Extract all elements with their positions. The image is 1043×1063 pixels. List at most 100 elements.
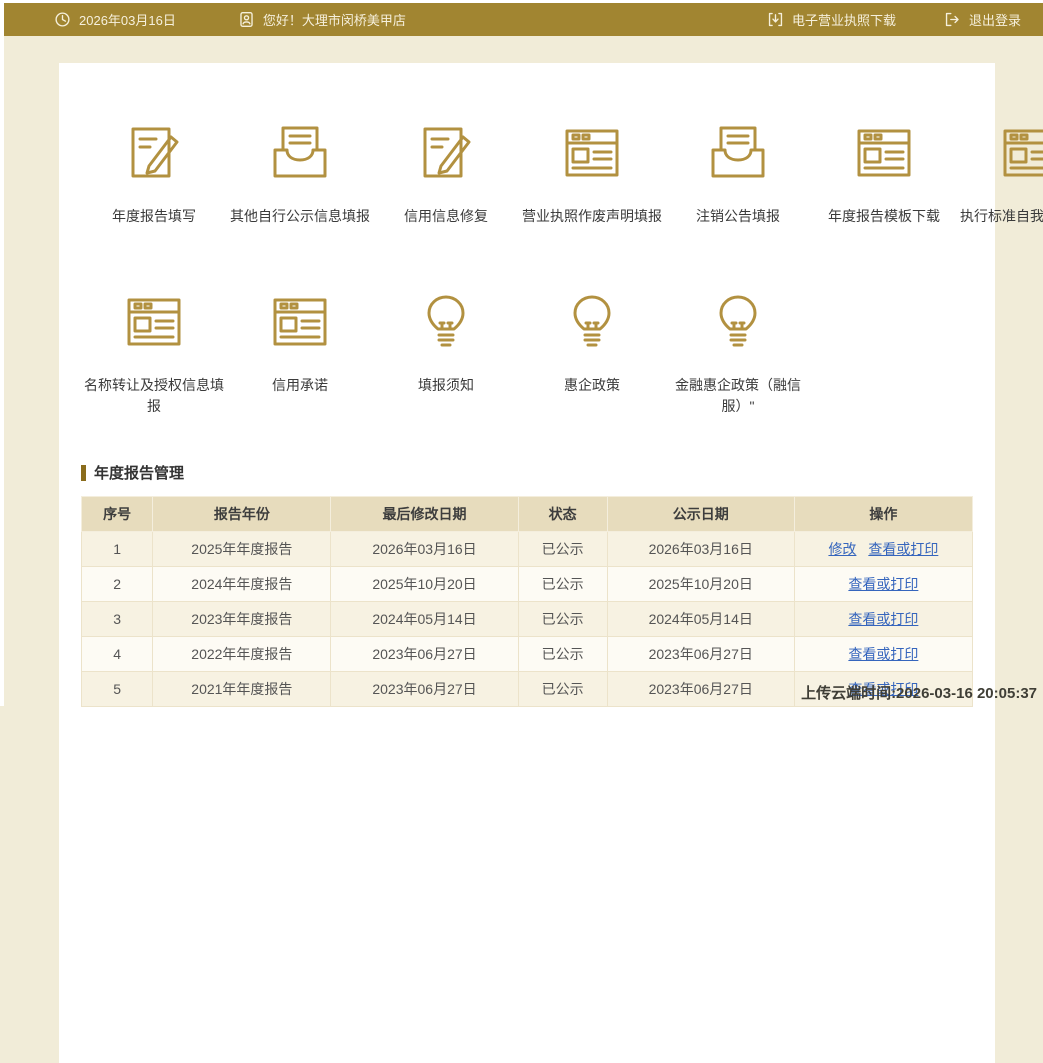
function-menu: 年度报告填写 其他自行公示信息填报 信用信息修复 营业执照作废声明填报 注销公告… [81,121,973,418]
annual-report-section-header: 年度报告管理 [81,462,973,483]
greeting-text: 您好！大理市闵桥美甲店 [263,10,406,29]
table-row: 4 2022年年度报告 2023年06月27日 已公示 2023年06月27日 … [82,637,973,672]
report-year-cell: 2023年年度报告 [153,602,331,637]
status-cell: 已公示 [518,602,607,637]
col-header-index: 序号 [82,497,153,532]
table-row: 2 2024年年度报告 2025年10月20日 已公示 2025年10月20日 … [82,567,973,602]
row-number-cell: 4 [82,637,153,672]
download-icon [767,11,784,28]
form-icon [560,121,624,185]
doc-pencil-icon [122,121,186,185]
section-accent-bar [81,465,86,481]
publish-date-cell: 2023年06月27日 [607,672,794,707]
tray-icon [706,121,770,185]
table-header-row: 序号 报告年份 最后修改日期 状态 公示日期 操作 [82,497,973,532]
row-number-cell: 2 [82,567,153,602]
menu-item-label: 信用信息修复 [373,206,519,228]
annual-report-table: 序号 报告年份 最后修改日期 状态 公示日期 操作 1 2025年年度报告 20… [81,496,973,707]
user-greeting: 您好！大理市闵桥美甲店 [238,10,406,29]
current-date: 2026年03月16日 [54,10,176,29]
publish-date-cell: 2025年10月20日 [607,567,794,602]
menu-item-annual-report-fill[interactable]: 年度报告填写 [81,121,227,228]
doc-pencil-icon [414,121,478,185]
form-icon [998,121,1043,185]
col-header-modified-date: 最后修改日期 [331,497,518,532]
person-icon [238,11,255,28]
table-row: 1 2025年年度报告 2026年03月16日 已公示 2026年03月16日 … [82,532,973,567]
menu-item-other-public-info[interactable]: 其他自行公示信息填报 [227,121,373,228]
publish-date-cell: 2023年06月27日 [607,637,794,672]
menu-item-label: 金融惠企政策（融信服）" [665,375,811,418]
bulb-icon [560,290,624,354]
menu-item-label: 注销公告填报 [665,206,811,228]
form-icon [268,290,332,354]
modified-date-cell: 2024年05月14日 [331,602,518,637]
menu-item-label: 营业执照作废声明填报 [519,206,665,228]
col-header-report-year: 报告年份 [153,497,331,532]
row-number-cell: 5 [82,672,153,707]
clock-icon [54,11,71,28]
logout-button[interactable]: 退出登录 [944,10,1021,29]
report-year-cell: 2024年年度报告 [153,567,331,602]
actions-cell: 查看或打印 [794,567,972,602]
menu-item-label: 年度报告模板下载 [811,206,957,228]
table-row: 3 2023年年度报告 2024年05月14日 已公示 2024年05月14日 … [82,602,973,637]
row-number-cell: 1 [82,532,153,567]
actions-cell: 查看或打印 [794,602,972,637]
menu-item-label: 名称转让及授权信息填报 [81,375,227,418]
menu-item-standard-self-declaration[interactable]: 执行标准自我声明填报 [957,121,1043,228]
status-cell: 已公示 [518,567,607,602]
bulb-icon [706,290,770,354]
menu-item-credit-commitment[interactable]: 信用承诺 [227,290,373,418]
logout-icon [944,11,961,28]
menu-item-enterprise-policy[interactable]: 惠企政策 [519,290,665,418]
col-header-status: 状态 [518,497,607,532]
view-print-link[interactable]: 查看或打印 [868,541,938,557]
view-print-link[interactable]: 查看或打印 [848,611,918,627]
report-year-cell: 2021年年度报告 [153,672,331,707]
modified-date-cell: 2023年06月27日 [331,637,518,672]
report-year-cell: 2022年年度报告 [153,637,331,672]
menu-item-label: 信用承诺 [227,375,373,397]
status-cell: 已公示 [518,532,607,567]
menu-item-license-void-declaration[interactable]: 营业执照作废声明填报 [519,121,665,228]
menu-item-label: 年度报告填写 [81,206,227,228]
tray-icon [268,121,332,185]
form-icon [852,121,916,185]
publish-date-cell: 2024年05月14日 [607,602,794,637]
menu-item-filling-instructions[interactable]: 填报须知 [373,290,519,418]
menu-item-annual-report-template[interactable]: 年度报告模板下载 [811,121,957,228]
col-header-actions: 操作 [794,497,972,532]
license-download-label: 电子营业执照下载 [792,10,896,29]
license-download-button[interactable]: 电子营业执照下载 [767,10,896,29]
modified-date-cell: 2025年10月20日 [331,567,518,602]
status-cell: 已公示 [518,637,607,672]
main-card: 年度报告填写 其他自行公示信息填报 信用信息修复 营业执照作废声明填报 注销公告… [59,63,995,1063]
actions-cell: 修改 查看或打印 [794,532,972,567]
menu-item-name-transfer-auth[interactable]: 名称转让及授权信息填报 [81,290,227,418]
menu-item-label: 执行标准自我声明填报 [957,206,1043,228]
edit-link[interactable]: 修改 [828,541,856,557]
publish-date-cell: 2026年03月16日 [607,532,794,567]
bulb-icon [414,290,478,354]
menu-item-finance-policy[interactable]: 金融惠企政策（融信服）" [665,290,811,418]
section-title: 年度报告管理 [94,462,184,483]
status-cell: 已公示 [518,672,607,707]
actions-cell: 查看或打印 [794,637,972,672]
menu-item-label: 填报须知 [373,375,519,397]
menu-item-label: 惠企政策 [519,375,665,397]
modified-date-cell: 2026年03月16日 [331,532,518,567]
view-print-link[interactable]: 查看或打印 [848,646,918,662]
row-number-cell: 3 [82,602,153,637]
view-print-link[interactable]: 查看或打印 [848,576,918,592]
col-header-publish-date: 公示日期 [607,497,794,532]
menu-item-credit-repair[interactable]: 信用信息修复 [373,121,519,228]
menu-item-label: 其他自行公示信息填报 [227,206,373,228]
upload-cloud-timestamp: 上传云端时间:2026-03-16 20:05:37 [801,682,1037,703]
menu-item-cancellation-notice[interactable]: 注销公告填报 [665,121,811,228]
topbar: 2026年03月16日 您好！大理市闵桥美甲店 电子营业执照下载 退出登录 [4,3,1043,36]
form-icon [122,290,186,354]
date-text: 2026年03月16日 [79,10,176,29]
logout-label: 退出登录 [969,10,1021,29]
report-year-cell: 2025年年度报告 [153,532,331,567]
